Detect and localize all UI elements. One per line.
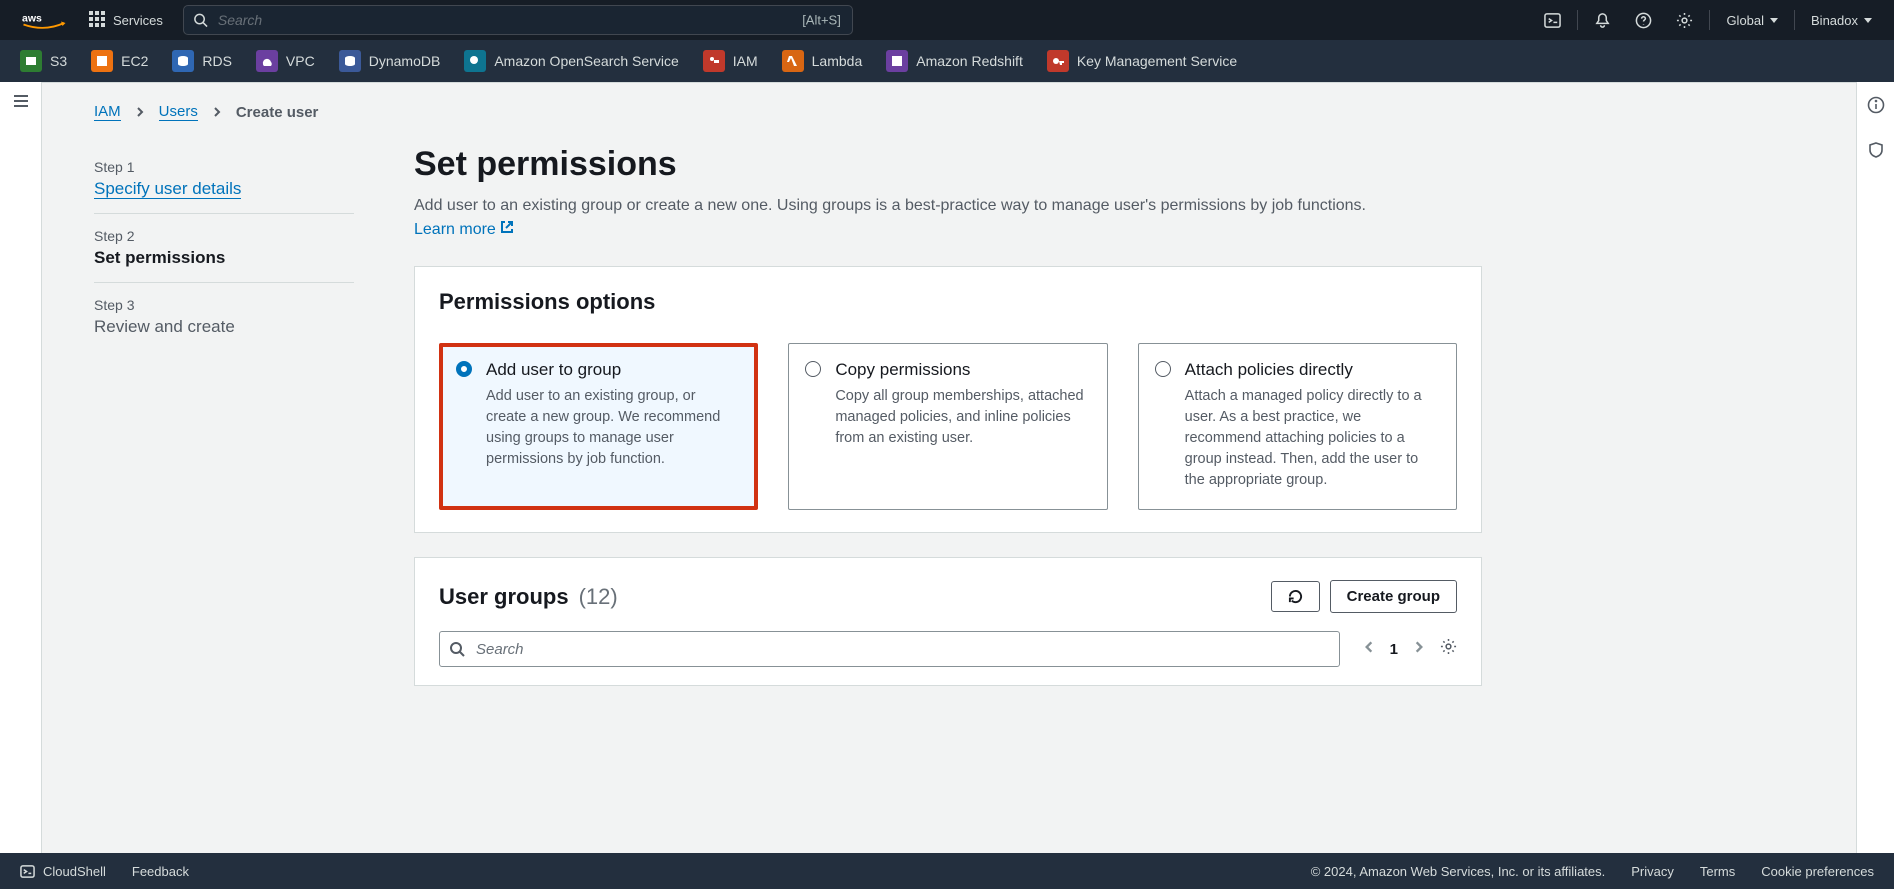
ec2-icon — [91, 50, 113, 72]
rds-icon — [172, 50, 194, 72]
footer-feedback[interactable]: Feedback — [132, 864, 189, 879]
radio-icon — [805, 361, 821, 377]
region-label: Global — [1726, 13, 1764, 28]
chevron-right-icon — [212, 104, 222, 121]
left-gutter — [0, 82, 42, 853]
lambda-icon — [782, 50, 804, 72]
user-groups-title: User groups — [439, 584, 569, 610]
right-gutter — [1856, 82, 1894, 853]
option-copy-permissions[interactable]: Copy permissions Copy all group membersh… — [788, 343, 1107, 510]
step-3: Step 3 Review and create — [94, 283, 354, 351]
fav-redshift[interactable]: Amazon Redshift — [876, 40, 1033, 82]
page-prev[interactable] — [1362, 640, 1376, 659]
user-groups-panel: User groups (12) Create group — [414, 557, 1482, 686]
chevron-right-icon — [135, 104, 145, 121]
pagination: 1 — [1362, 638, 1457, 660]
option-attach-policies[interactable]: Attach policies directly Attach a manage… — [1138, 343, 1457, 510]
search-icon — [193, 13, 208, 28]
refresh-icon — [1288, 589, 1303, 604]
s3-icon — [20, 50, 42, 72]
fav-rds[interactable]: RDS — [162, 40, 242, 82]
radio-icon — [1155, 361, 1171, 377]
permissions-options-panel: Permissions options Add user to group Ad… — [414, 266, 1482, 533]
wizard-steps: Step 1 Specify user details Step 2 Set p… — [94, 145, 354, 686]
main-content: IAM Users Create user Step 1 Specify use… — [42, 82, 1856, 853]
fav-s3[interactable]: S3 — [10, 40, 77, 82]
page-subtitle: Add user to an existing group or create … — [414, 194, 1394, 242]
breadcrumb: IAM Users Create user — [94, 103, 1482, 121]
breadcrumb-users[interactable]: Users — [159, 103, 198, 121]
svg-text:aws: aws — [22, 13, 42, 25]
security-icon[interactable] — [1867, 141, 1885, 164]
global-search-input[interactable] — [183, 5, 853, 35]
user-groups-search — [439, 631, 1340, 667]
step-2: Step 2 Set permissions — [94, 214, 354, 283]
help-icon[interactable] — [1623, 0, 1664, 40]
page-title: Set permissions — [414, 145, 1482, 184]
step-1-link[interactable]: Specify user details — [94, 179, 241, 199]
region-selector[interactable]: Global — [1714, 13, 1790, 28]
fav-lambda[interactable]: Lambda — [772, 40, 873, 82]
fav-vpc[interactable]: VPC — [246, 40, 325, 82]
iam-icon — [703, 50, 725, 72]
settings-icon[interactable] — [1664, 0, 1705, 40]
vpc-icon — [256, 50, 278, 72]
refresh-button[interactable] — [1271, 581, 1320, 612]
footer: CloudShell Feedback © 2024, Amazon Web S… — [0, 853, 1894, 889]
user-groups-search-input[interactable] — [439, 631, 1340, 667]
learn-more-link[interactable]: Learn more — [414, 221, 514, 238]
services-menu[interactable]: Services — [79, 11, 173, 30]
cloudshell-icon[interactable] — [1532, 0, 1573, 40]
favorites-bar: S3 EC2 RDS VPC DynamoDB Amazon OpenSearc… — [0, 40, 1894, 82]
fav-ec2[interactable]: EC2 — [81, 40, 158, 82]
page-number: 1 — [1390, 641, 1398, 658]
user-groups-count: (12) — [579, 584, 618, 610]
topnav: aws Services [Alt+S] Global Binadox — [0, 0, 1894, 40]
search-icon — [449, 641, 465, 657]
redshift-icon — [886, 50, 908, 72]
hamburger-icon[interactable] — [12, 92, 30, 115]
aws-logo[interactable]: aws — [10, 11, 79, 29]
global-search: [Alt+S] — [183, 5, 853, 35]
footer-privacy[interactable]: Privacy — [1631, 864, 1674, 879]
table-settings[interactable] — [1440, 638, 1457, 660]
create-group-button[interactable]: Create group — [1330, 580, 1457, 613]
footer-cookies[interactable]: Cookie preferences — [1761, 864, 1874, 879]
dynamodb-icon — [339, 50, 361, 72]
fav-opensearch[interactable]: Amazon OpenSearch Service — [454, 40, 688, 82]
opensearch-icon — [464, 50, 486, 72]
caret-down-icon — [1864, 18, 1872, 23]
fav-dynamodb[interactable]: DynamoDB — [329, 40, 451, 82]
info-icon[interactable] — [1867, 96, 1885, 119]
services-label: Services — [113, 13, 163, 28]
account-label: Binadox — [1811, 13, 1858, 28]
fav-kms[interactable]: Key Management Service — [1037, 40, 1247, 82]
fav-iam[interactable]: IAM — [693, 40, 768, 82]
footer-cloudshell[interactable]: CloudShell — [20, 864, 106, 879]
permissions-options-title: Permissions options — [439, 289, 1457, 315]
search-shortcut: [Alt+S] — [802, 13, 841, 28]
step-1: Step 1 Specify user details — [94, 145, 354, 214]
kms-icon — [1047, 50, 1069, 72]
breadcrumb-current: Create user — [236, 104, 319, 121]
footer-copyright: © 2024, Amazon Web Services, Inc. or its… — [1311, 864, 1606, 879]
cloudshell-icon — [20, 864, 35, 879]
radio-selected-icon — [456, 361, 472, 377]
page-next[interactable] — [1412, 640, 1426, 659]
notifications-icon[interactable] — [1582, 0, 1623, 40]
account-menu[interactable]: Binadox — [1799, 13, 1884, 28]
option-add-to-group[interactable]: Add user to group Add user to an existin… — [439, 343, 758, 510]
caret-down-icon — [1770, 18, 1778, 23]
external-link-icon — [500, 218, 514, 242]
grid-icon — [89, 11, 105, 30]
footer-terms[interactable]: Terms — [1700, 864, 1735, 879]
breadcrumb-iam[interactable]: IAM — [94, 103, 121, 121]
